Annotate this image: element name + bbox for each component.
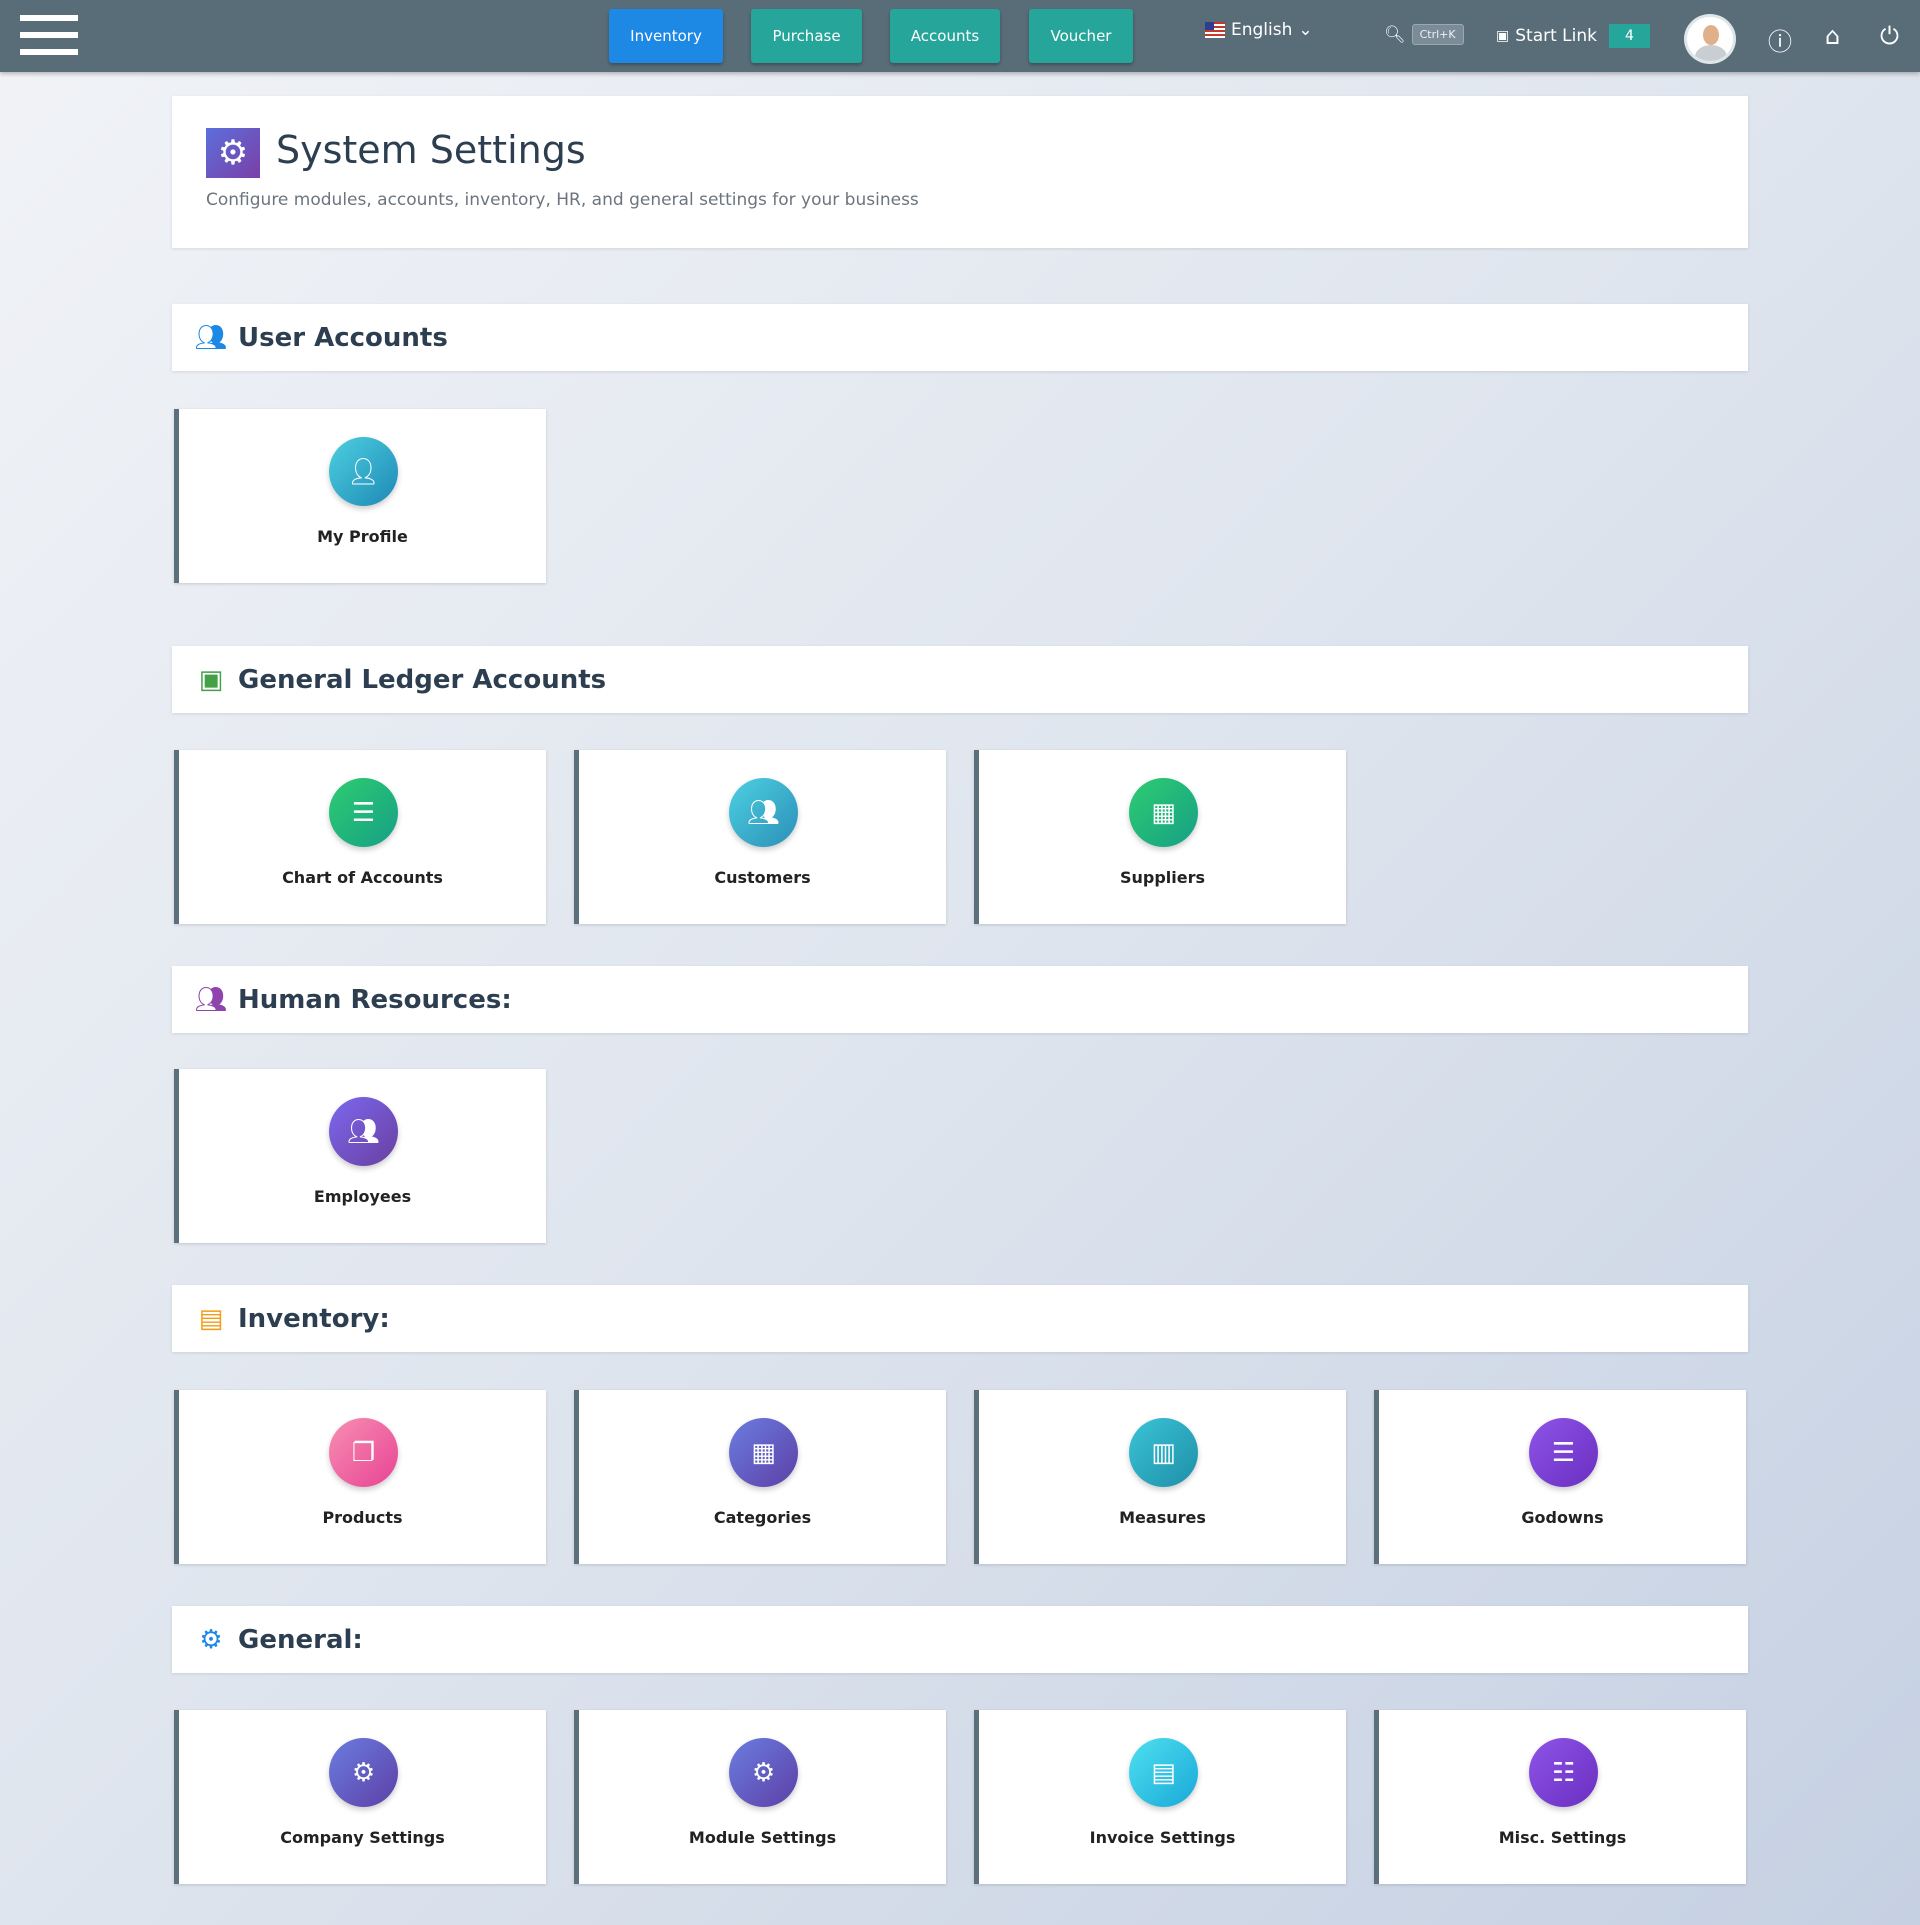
section-title: User Accounts xyxy=(238,323,448,353)
section-general: ⚙ General: xyxy=(172,1606,1748,1673)
tile-suppliers[interactable]: ▦ Suppliers xyxy=(974,750,1346,924)
tile-label: My Profile xyxy=(179,527,546,546)
tile-label: Chart of Accounts xyxy=(179,868,546,887)
tile-label: Employees xyxy=(179,1187,546,1206)
tile-invoice-settings[interactable]: ▤ Invoice Settings xyxy=(974,1710,1346,1884)
start-link-count-badge: 4 xyxy=(1609,24,1650,48)
user-icon: 👤︎ xyxy=(329,437,398,506)
tile-categories[interactable]: ▦ Categories xyxy=(574,1390,946,1564)
tile-employees[interactable]: 👥︎ Employees xyxy=(174,1069,546,1243)
tile-my-profile[interactable]: 👤︎ My Profile xyxy=(174,409,546,583)
tile-company-settings[interactable]: ⚙ Company Settings xyxy=(174,1710,546,1884)
section-title: General: xyxy=(238,1625,363,1655)
shortcut-hint: Ctrl+K xyxy=(1412,24,1464,45)
tile-products[interactable]: ❐ Products xyxy=(174,1390,546,1564)
help-icon[interactable]: ⓘ xyxy=(1768,22,1792,57)
tile-misc-settings[interactable]: ☷ Misc. Settings xyxy=(1374,1710,1746,1884)
start-link-button[interactable]: ▣ Start Link 4 xyxy=(1496,24,1650,48)
users-icon: 👥︎ xyxy=(194,323,228,353)
bar-chart-icon: ▥ xyxy=(1129,1418,1198,1487)
section-title: Inventory: xyxy=(238,1304,390,1334)
copy-icon: ❐ xyxy=(329,1418,398,1487)
tile-measures[interactable]: ▥ Measures xyxy=(974,1390,1346,1564)
tile-label: Suppliers xyxy=(979,868,1346,887)
building-icon: ▦ xyxy=(1129,778,1198,847)
store-icon: ▤ xyxy=(194,1304,228,1334)
section-user-accounts: 👥︎ User Accounts xyxy=(172,304,1748,371)
sliders-icon: ☷ xyxy=(1529,1738,1598,1807)
chevron-down-icon: ⌄ xyxy=(1298,20,1312,40)
tile-label: Misc. Settings xyxy=(1379,1828,1746,1847)
tile-module-settings[interactable]: ⚙ Module Settings xyxy=(574,1710,946,1884)
tile-label: Measures xyxy=(979,1508,1346,1527)
storage-icon: ☰ xyxy=(1529,1418,1598,1487)
page-subtitle: Configure modules, accounts, inventory, … xyxy=(206,190,919,210)
gear-icon: ⚙ xyxy=(729,1738,798,1807)
store-icon: ▣ xyxy=(1496,28,1509,44)
user-avatar[interactable] xyxy=(1684,14,1736,64)
language-selector[interactable]: English ⌄ xyxy=(1205,20,1313,40)
section-inventory: ▤ Inventory: xyxy=(172,1285,1748,1352)
search-icon: 🔍︎ xyxy=(1384,25,1406,45)
nav-accounts-button[interactable]: Accounts xyxy=(890,9,1000,63)
hamburger-menu-icon[interactable] xyxy=(20,15,78,55)
wallet-icon: ▣ xyxy=(194,665,228,695)
settings-gear-icon: ⚙ xyxy=(206,128,260,178)
page-title: System Settings xyxy=(276,128,586,172)
section-human-resources: 👥︎ Human Resources: xyxy=(172,966,1748,1033)
section-general-ledger: ▣ General Ledger Accounts xyxy=(172,646,1748,713)
language-label: English xyxy=(1231,20,1292,40)
tile-label: Company Settings xyxy=(179,1828,546,1847)
tile-customers[interactable]: 👥︎ Customers xyxy=(574,750,946,924)
people-icon: 👥︎ xyxy=(329,1097,398,1166)
section-title: General Ledger Accounts xyxy=(238,665,606,695)
tile-label: Module Settings xyxy=(579,1828,946,1847)
nav-voucher-button[interactable]: Voucher xyxy=(1029,9,1133,63)
grid-icon: ▦ xyxy=(729,1418,798,1487)
search-button[interactable]: 🔍︎ Ctrl+K xyxy=(1384,24,1464,45)
nav-purchase-button[interactable]: Purchase xyxy=(751,9,862,63)
nav-inventory-button[interactable]: Inventory xyxy=(609,9,723,63)
home-icon[interactable]: ⌂ xyxy=(1825,22,1840,50)
people-outline-icon: 👥︎ xyxy=(194,985,228,1015)
page-header-card: ⚙ System Settings Configure modules, acc… xyxy=(172,96,1748,248)
tile-godowns[interactable]: ☰ Godowns xyxy=(1374,1390,1746,1564)
receipt-icon: ▤ xyxy=(1129,1738,1198,1807)
top-navbar: Inventory Purchase Accounts Voucher Engl… xyxy=(0,0,1920,72)
tile-label: Customers xyxy=(579,868,946,887)
start-link-label: Start Link xyxy=(1515,26,1597,46)
tile-label: Godowns xyxy=(1379,1508,1746,1527)
tile-label: Products xyxy=(179,1508,546,1527)
users-icon: 👥︎ xyxy=(729,778,798,847)
tile-label: Invoice Settings xyxy=(979,1828,1346,1847)
power-icon[interactable]: ⏻ xyxy=(1880,22,1899,50)
section-title: Human Resources: xyxy=(238,985,512,1015)
us-flag-icon xyxy=(1205,22,1225,38)
gear-icon: ⚙ xyxy=(194,1625,228,1655)
gear-icon: ⚙ xyxy=(329,1738,398,1807)
tile-label: Categories xyxy=(579,1508,946,1527)
list-icon: ☰ xyxy=(329,778,398,847)
tile-chart-of-accounts[interactable]: ☰ Chart of Accounts xyxy=(174,750,546,924)
